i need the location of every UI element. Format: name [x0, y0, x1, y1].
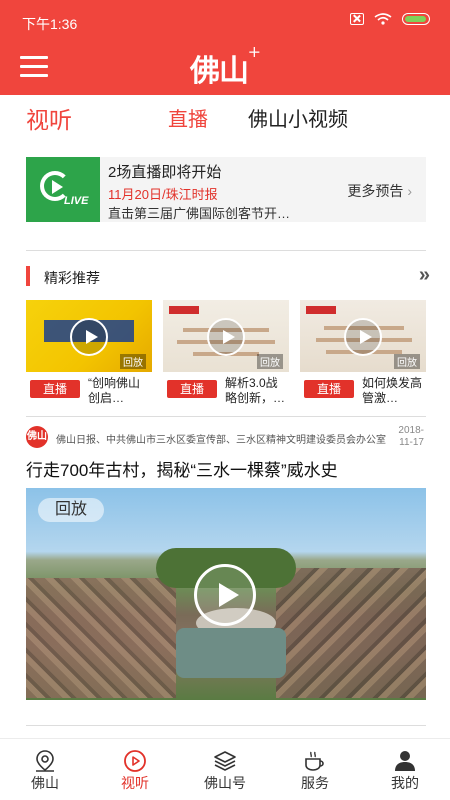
news-video-thumbnail[interactable]: 回放	[26, 488, 426, 700]
live-preview-card[interactable]: LIVE 2场直播即将开始 11月20日/珠江时报 直击第三届广佛国际创客节开……	[26, 157, 426, 222]
nav-item-mine[interactable]: 我的	[360, 739, 450, 800]
divider	[26, 416, 426, 417]
live-logo-text: LIVE	[64, 195, 89, 207]
news-source: 佛山日报、中共佛山市三水区委宣传部、三水区精神文明建设委员会办公室	[56, 435, 386, 446]
nav-item-audiovisual[interactable]: 视听	[90, 739, 180, 800]
wifi-icon	[374, 13, 392, 25]
menu-icon-bar	[20, 74, 48, 77]
more-preview-link[interactable]: 更多预告 ›	[347, 181, 412, 201]
village-rooftops	[26, 578, 176, 698]
section-accent-bar	[26, 266, 30, 286]
menu-icon-bar	[20, 65, 48, 68]
tab-live[interactable]: 直播	[168, 103, 208, 132]
tab-bar: 视听 直播 佛山小视频	[0, 95, 450, 137]
recommended-caption: 解析3.0战略创新，…	[225, 376, 286, 405]
section-title: 视听	[26, 107, 72, 133]
live-logo: LIVE	[26, 157, 100, 222]
village-rooftops	[276, 568, 426, 698]
location-pin-icon	[36, 750, 54, 772]
live-badge: 直播	[167, 380, 217, 398]
bottom-nav: 佛山 视听 佛山号 服务 我的	[0, 738, 450, 800]
play-icon	[207, 318, 245, 356]
divider	[26, 725, 426, 726]
nav-label: 佛山	[31, 775, 59, 791]
live-play-icon	[52, 180, 63, 194]
menu-icon-bar	[20, 56, 48, 59]
person-icon	[395, 751, 415, 771]
preview-schedule: 11月20日/珠江时报	[108, 187, 218, 202]
nav-item-service[interactable]: 服务	[270, 739, 360, 800]
preview-description: 直击第三届广佛国际创客节开…	[108, 206, 291, 221]
thumbnail-logo	[169, 306, 199, 314]
nav-label: 我的	[391, 775, 419, 791]
live-badge: 直播	[30, 380, 80, 398]
nav-item-foshan-hao[interactable]: 佛山号	[180, 739, 270, 800]
news-date: 2018-11-17	[398, 425, 424, 448]
village-pond	[176, 628, 286, 678]
recommended-caption: “创响佛山 创启…	[88, 376, 140, 405]
recommended-thumbnail: 回放	[26, 300, 152, 372]
recommended-thumbnail: 回放	[163, 300, 289, 372]
menu-button[interactable]	[20, 56, 48, 78]
thumbnail-logo	[306, 306, 336, 314]
no-sim-icon	[350, 13, 364, 25]
more-arrows-icon[interactable]: »	[419, 264, 430, 287]
coffee-cup-icon	[305, 751, 324, 771]
more-preview-label: 更多预告	[347, 183, 404, 199]
tab-short-video[interactable]: 佛山小视频	[248, 103, 348, 132]
recommended-thumbnail: 回放	[300, 300, 426, 372]
recommended-caption: 如何焕发高管激…	[362, 376, 423, 405]
play-icon[interactable]	[194, 564, 256, 626]
chevron-right-icon: ›	[407, 183, 412, 199]
play-icon	[70, 318, 108, 356]
nav-label: 服务	[301, 775, 329, 791]
source-logo: 佛山	[26, 426, 48, 448]
nav-item-foshan[interactable]: 佛山	[0, 739, 90, 800]
replay-tag: 回放	[257, 354, 283, 369]
recommended-card[interactable]: 回放 直播 如何焕发高管激…	[300, 300, 426, 405]
divider	[26, 250, 426, 251]
play-circle-icon	[124, 750, 146, 772]
recommended-section-title: 精彩推荐	[44, 270, 100, 286]
recommended-card[interactable]: 回放 直播 解析3.0战略创新，…	[163, 300, 289, 405]
status-bar: 下午1:36	[0, 0, 450, 40]
replay-tag: 回放	[120, 354, 146, 369]
logo-plus: +	[247, 42, 261, 61]
play-icon	[344, 318, 382, 356]
nav-label: 视听	[121, 775, 149, 791]
nav-label: 佛山号	[204, 775, 246, 791]
status-time: 下午1:36	[22, 16, 78, 32]
recommended-card[interactable]: 回放 直播 “创响佛山 创启…	[26, 300, 152, 405]
preview-headline: 2场直播即将开始	[108, 164, 222, 181]
replay-label: 回放	[38, 498, 104, 522]
live-badge: 直播	[304, 380, 354, 398]
status-icons	[350, 13, 430, 25]
layers-icon	[214, 751, 236, 771]
battery-icon	[402, 13, 430, 25]
logo-text: 佛山	[190, 54, 249, 89]
app-logo: 佛山 +	[190, 42, 261, 89]
app-header: 下午1:36 佛山 +	[0, 0, 450, 95]
news-title[interactable]: 行走700年古村，揭秘“三水一棵蔡”威水史	[26, 456, 338, 481]
replay-tag: 回放	[394, 354, 420, 369]
